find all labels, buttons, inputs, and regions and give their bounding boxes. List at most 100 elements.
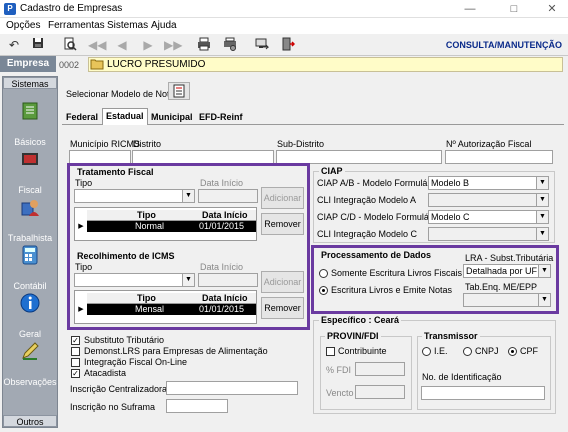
menu-ferramentas[interactable]: Ferramentas bbox=[48, 20, 105, 31]
chevron-down-icon: ▼ bbox=[536, 211, 548, 223]
empresa-label: Empresa bbox=[0, 56, 56, 72]
distrito-input[interactable] bbox=[132, 150, 274, 164]
subdistrito-input[interactable] bbox=[276, 150, 442, 164]
autorizacao-input[interactable] bbox=[445, 150, 553, 164]
undo-icon[interactable]: ↶ bbox=[6, 37, 22, 53]
substituto-checkbox[interactable]: ✓ bbox=[71, 336, 80, 345]
tratamento-add-button[interactable]: Adicionar bbox=[261, 187, 304, 209]
provin-title: PROVIN/FDI bbox=[325, 331, 381, 341]
table-row[interactable]: Mensal 01/01/2015 bbox=[87, 304, 256, 315]
ciap-cd-dropdown[interactable]: Modelo C ▼ bbox=[428, 210, 549, 224]
transmissor-title: Transmissor bbox=[422, 331, 480, 341]
atacadista-checkbox[interactable]: ✓ bbox=[71, 369, 80, 378]
municipio-ricms-input[interactable] bbox=[69, 150, 131, 164]
recolhimento-add-button[interactable]: Adicionar bbox=[261, 271, 304, 293]
ciap-cd-label: CIAP C/D - Modelo Formulário bbox=[317, 212, 439, 222]
select-model-label: Selecionar Modelo de Nota bbox=[66, 89, 175, 99]
tratamento-remove-button[interactable]: Remover bbox=[261, 213, 304, 235]
last-record-icon[interactable]: ▶▶ bbox=[164, 37, 182, 53]
demonst-checkbox[interactable] bbox=[71, 347, 80, 356]
chevron-down-icon: ▼ bbox=[536, 228, 548, 240]
tab-efd-reinf[interactable]: EFD-Reinf bbox=[196, 110, 246, 124]
sidebar-item-label: Geral bbox=[18, 329, 41, 339]
tratamento-tipo-dropdown[interactable]: ▼ bbox=[74, 189, 195, 203]
distrito-label: Distrito bbox=[133, 139, 162, 149]
tab-estadual[interactable]: Estadual bbox=[102, 108, 148, 125]
tab-federal[interactable]: Federal bbox=[63, 110, 101, 124]
trans-cnpj-radio[interactable] bbox=[463, 347, 472, 356]
contribuinte-label: Contribuinte bbox=[338, 346, 387, 356]
sidebar-item-contabil[interactable]: Contábil bbox=[3, 243, 57, 291]
cli-a-dropdown[interactable]: ▼ bbox=[428, 193, 549, 207]
autorizacao-label: Nº Autorização Fiscal bbox=[446, 139, 532, 149]
processamento-option-1-radio[interactable] bbox=[319, 269, 328, 278]
especifico-title: Específico : Ceará bbox=[319, 315, 402, 325]
tab-municipal[interactable]: Municipal bbox=[148, 110, 196, 124]
table-row[interactable]: Normal 01/01/2015 bbox=[87, 221, 256, 232]
maximize-icon[interactable]: □ bbox=[500, 2, 528, 16]
grid-header-tipo: Tipo bbox=[137, 210, 156, 220]
sidebar-item-basicos[interactable]: Básicos bbox=[3, 99, 57, 147]
sidebar-item-observacoes[interactable]: Observações bbox=[3, 339, 57, 387]
tratamento-data-label: Data Início bbox=[200, 178, 244, 188]
menu-bar: Opções Ferramentas Sistemas Ajuda bbox=[0, 18, 568, 34]
identificacao-input[interactable] bbox=[421, 386, 545, 400]
grid-header-tipo: Tipo bbox=[137, 293, 156, 303]
processamento-option-2-radio[interactable] bbox=[319, 286, 328, 295]
row-pointer-icon: ▶ bbox=[78, 223, 84, 230]
basicos-icon bbox=[20, 101, 40, 121]
integracao-checkbox[interactable] bbox=[71, 358, 80, 367]
minimize-icon[interactable]: — bbox=[456, 2, 484, 16]
window-title: Cadastro de Empresas bbox=[20, 3, 123, 14]
print-settings-icon[interactable] bbox=[222, 37, 238, 53]
menu-sistemas[interactable]: Sistemas bbox=[107, 20, 148, 31]
trans-cpf-radio[interactable] bbox=[508, 347, 517, 356]
contabil-icon bbox=[20, 245, 40, 265]
cli-c-dropdown[interactable]: ▼ bbox=[428, 227, 549, 241]
mode-label: CONSULTA/MANUTENÇÃO bbox=[445, 40, 562, 50]
sidebar-item-fiscal[interactable]: Fiscal bbox=[3, 147, 57, 195]
processamento-option-1-label: Somente Escritura Livros Fiscais bbox=[331, 268, 463, 278]
first-record-icon[interactable]: ◀◀ bbox=[88, 37, 106, 53]
recolhimento-data-input[interactable] bbox=[198, 273, 258, 287]
contribuinte-checkbox[interactable] bbox=[326, 347, 335, 356]
sidebar-footer[interactable]: Outros bbox=[3, 415, 57, 427]
prev-record-icon[interactable]: ◀ bbox=[114, 37, 130, 53]
export-icon[interactable] bbox=[254, 37, 270, 53]
lra-dropdown[interactable]: Detalhada por UF ▼ bbox=[463, 264, 551, 278]
empresa-code: 0002 bbox=[59, 60, 80, 70]
tabenq-dropdown[interactable]: ▼ bbox=[463, 293, 551, 307]
cli-c-label: CLI Integração Modelo C bbox=[317, 229, 418, 239]
centralizadora-input[interactable] bbox=[166, 381, 298, 395]
exit-icon[interactable] bbox=[280, 37, 296, 53]
suframa-input[interactable] bbox=[166, 399, 228, 413]
sidebar-item-geral[interactable]: Geral bbox=[3, 291, 57, 339]
empresa-name-field[interactable]: LUCRO PRESUMIDO bbox=[88, 57, 563, 72]
save-icon[interactable] bbox=[30, 37, 46, 53]
tratamento-data-input[interactable] bbox=[198, 189, 258, 203]
search-doc-icon[interactable] bbox=[62, 37, 78, 53]
next-record-icon[interactable]: ▶ bbox=[140, 37, 156, 53]
trans-ie-radio[interactable] bbox=[422, 347, 431, 356]
close-icon[interactable]: ✕ bbox=[538, 2, 566, 16]
empresa-name-text: LUCRO PRESUMIDO bbox=[107, 59, 206, 70]
sidebar-item-trabalhista[interactable]: Trabalhista bbox=[3, 195, 57, 243]
vencto-input[interactable] bbox=[355, 385, 405, 399]
select-model-button[interactable] bbox=[168, 82, 190, 100]
ciap-ab-dropdown[interactable]: Modelo B ▼ bbox=[428, 176, 549, 190]
vencto-label: Vencto bbox=[326, 388, 354, 398]
sidebar-header[interactable]: Sistemas bbox=[3, 77, 57, 89]
municipio-ricms-label: Município RICMS bbox=[70, 139, 141, 149]
app-icon: P bbox=[4, 3, 16, 15]
menu-ajuda[interactable]: Ajuda bbox=[151, 20, 177, 31]
recolhimento-remove-button[interactable]: Remover bbox=[261, 297, 304, 319]
print-icon[interactable] bbox=[196, 37, 212, 53]
menu-opcoes[interactable]: Opções bbox=[6, 20, 40, 31]
chevron-down-icon: ▼ bbox=[538, 294, 550, 306]
row-pointer-icon: ▶ bbox=[78, 306, 84, 313]
fdi-input[interactable] bbox=[355, 362, 405, 376]
demonst-label: Demonst.LRS para Empresas de Alimentação bbox=[84, 346, 268, 356]
recolhimento-tipo-dropdown[interactable]: ▼ bbox=[74, 273, 195, 287]
folder-icon[interactable] bbox=[90, 58, 104, 70]
grid-header: Tipo Data Início bbox=[87, 210, 256, 221]
